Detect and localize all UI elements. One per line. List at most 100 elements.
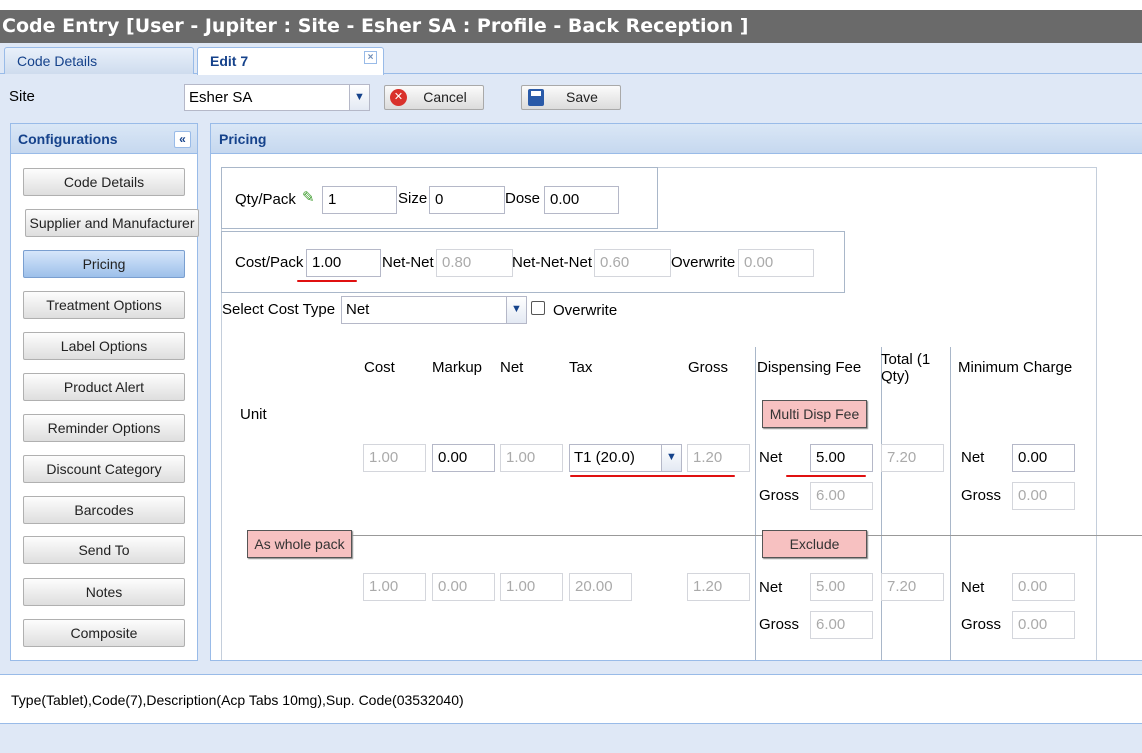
cancel-icon: ✕ <box>390 89 407 106</box>
cancel-label: Cancel <box>423 89 467 105</box>
tab-edit-7[interactable]: Edit 7 × <box>197 47 384 75</box>
config-barcodes-button[interactable]: Barcodes <box>23 496 185 524</box>
unit-min-gross-label: Gross <box>961 487 1002 504</box>
config-reminder-options-button[interactable]: Reminder Options <box>23 414 185 442</box>
config-product-alert-button[interactable]: Product Alert <box>23 373 185 401</box>
window-title: Code Entry [User - Jupiter : Site - Eshe… <box>0 10 1142 43</box>
config-label-options-button[interactable]: Label Options <box>23 332 185 360</box>
net-net-label: Net-Net <box>382 254 434 271</box>
unit-tax-value: T1 (20.0) <box>574 449 635 466</box>
cost-type-value: Net <box>346 301 370 318</box>
configurations-panel: Configurations « Code Details Supplier a… <box>10 123 199 661</box>
unit-fee-gross-input: 6.00 <box>810 482 873 510</box>
size-input[interactable]: 0 <box>429 186 505 214</box>
cost-pack-label: Cost/Pack <box>235 254 304 271</box>
status-bar: Type(Tablet),Code(7),Description(Acp Tab… <box>0 674 1142 724</box>
configurations-header: Configurations « <box>11 124 197 154</box>
qty-pack-label: Qty/Pack <box>235 191 296 208</box>
pricing-header: Pricing <box>211 124 1142 154</box>
unit-markup-input[interactable]: 0.00 <box>432 444 495 472</box>
col-tax: Tax <box>569 359 593 376</box>
pricing-panel: Pricing Qty/Pack ✎ 1 Size 0 Dose 0.00 Co… <box>210 123 1142 661</box>
save-button[interactable]: Save <box>521 85 621 110</box>
tab-label: Code Details <box>17 53 98 69</box>
pack-fee-net-input: 5.00 <box>810 573 873 601</box>
size-label: Size <box>398 190 428 207</box>
pack-markup-input: 0.00 <box>432 573 495 601</box>
chevron-down-icon[interactable]: ▼ <box>506 297 526 323</box>
exclude-button[interactable]: Exclude <box>762 530 867 558</box>
tab-label: Edit 7 <box>210 53 249 69</box>
config-treatment-options-button[interactable]: Treatment Options <box>23 291 185 319</box>
close-icon[interactable]: × <box>364 51 377 64</box>
pack-total-input: 7.20 <box>881 573 944 601</box>
unit-net-input: 1.00 <box>500 444 563 472</box>
pack-fee-gross-label: Gross <box>759 616 800 633</box>
collapse-icon[interactable]: « <box>174 131 191 148</box>
configurations-title: Configurations <box>18 131 118 147</box>
fee-divider-left <box>755 347 756 660</box>
site-value: Esher SA <box>189 89 253 106</box>
config-send-to-button[interactable]: Send To <box>23 536 185 564</box>
qty-pack-input[interactable]: 1 <box>322 186 397 214</box>
unit-gross-input: 1.20 <box>687 444 750 472</box>
cost-overwrite-label: Overwrite <box>671 254 736 271</box>
tab-code-details[interactable]: Code Details <box>4 47 194 74</box>
net-net-net-label: Net-Net-Net <box>512 254 593 271</box>
pack-cost-input: 1.00 <box>363 573 426 601</box>
chevron-down-icon[interactable]: ▼ <box>349 85 369 110</box>
col-cost: Cost <box>364 359 395 376</box>
pack-min-gross-input: 0.00 <box>1012 611 1075 639</box>
pack-tax-input: 20.00 <box>569 573 632 601</box>
config-code-details-button[interactable]: Code Details <box>23 168 185 196</box>
overwrite-checkbox-label: Overwrite <box>553 302 618 319</box>
unit-tax-select[interactable]: T1 (20.0) ▼ <box>569 444 682 472</box>
pack-min-net-input: 0.00 <box>1012 573 1075 601</box>
pencil-icon[interactable]: ✎ <box>302 188 320 206</box>
cancel-button[interactable]: ✕ Cancel <box>384 85 484 110</box>
annotation-underline <box>570 475 735 477</box>
pack-net-input: 1.00 <box>500 573 563 601</box>
unit-label: Unit <box>240 406 267 423</box>
cost-pack-input[interactable]: 1.00 <box>306 249 381 277</box>
unit-cost-input: 1.00 <box>363 444 426 472</box>
net-net-net-input: 0.60 <box>594 249 671 277</box>
as-whole-pack-button[interactable]: As whole pack <box>247 530 352 558</box>
pack-min-gross-label: Gross <box>961 616 1002 633</box>
annotation-underline <box>786 475 866 477</box>
cost-type-select[interactable]: Net ▼ <box>341 296 527 324</box>
net-net-input: 0.80 <box>436 249 513 277</box>
chevron-down-icon[interactable]: ▼ <box>661 445 681 471</box>
cost-overwrite-input[interactable]: 0.00 <box>738 249 814 277</box>
config-supplier-button[interactable]: Supplier and Manufacturer <box>25 209 199 237</box>
config-discount-category-button[interactable]: Discount Category <box>23 455 185 483</box>
site-label: Site <box>9 88 35 105</box>
multi-disp-fee-button[interactable]: Multi Disp Fee <box>762 400 867 428</box>
unit-fee-net-label: Net <box>759 449 783 466</box>
annotation-underline <box>297 280 357 282</box>
pricing-form: Qty/Pack ✎ 1 Size 0 Dose 0.00 Cost/Pack … <box>211 155 1142 660</box>
section-divider <box>247 535 1142 536</box>
col-markup: Markup <box>432 359 483 376</box>
unit-min-gross-input: 0.00 <box>1012 482 1075 510</box>
top-strip <box>0 0 1142 10</box>
total-divider <box>950 347 951 660</box>
unit-fee-net-input[interactable]: 5.00 <box>810 444 873 472</box>
unit-min-net-input[interactable]: 0.00 <box>1012 444 1075 472</box>
col-gross: Gross <box>688 359 729 376</box>
config-pricing-button[interactable]: Pricing <box>23 250 185 278</box>
config-composite-button[interactable]: Composite <box>23 619 185 647</box>
overwrite-checkbox[interactable] <box>531 301 545 315</box>
config-notes-button[interactable]: Notes <box>23 578 185 606</box>
save-icon <box>528 89 544 106</box>
col-net: Net <box>500 359 524 376</box>
tab-bar: Code Details Edit 7 × <box>0 43 1142 75</box>
col-dispensing-fee: Dispensing Fee <box>757 359 862 376</box>
pack-fee-net-label: Net <box>759 579 783 596</box>
col-minimum-charge: Minimum Charge <box>958 359 1073 376</box>
dose-label: Dose <box>505 190 541 207</box>
unit-fee-gross-label: Gross <box>759 487 800 504</box>
pricing-title: Pricing <box>219 131 267 147</box>
site-select[interactable]: Esher SA ▼ <box>184 84 370 111</box>
dose-input[interactable]: 0.00 <box>544 186 619 214</box>
